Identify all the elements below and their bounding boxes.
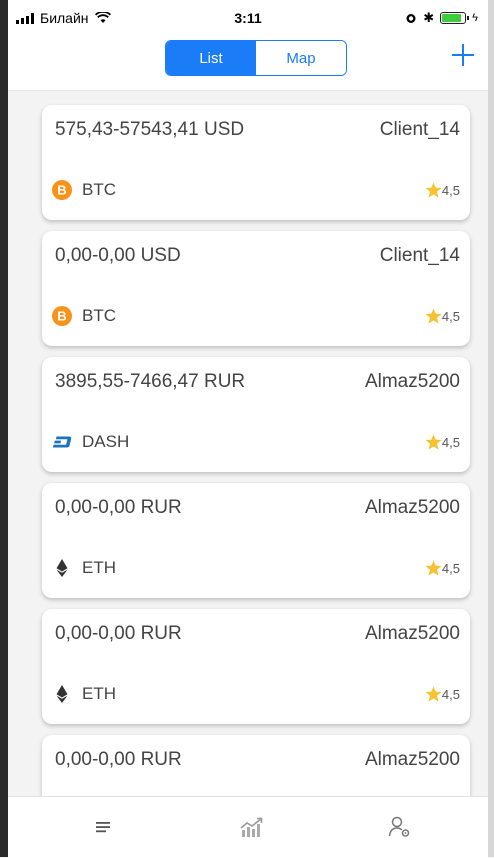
client-name: Almaz5200 xyxy=(364,497,460,518)
amount-range: 0,00-0,00 RUR xyxy=(55,497,182,518)
ethereum-icon xyxy=(56,685,68,703)
rating: 4,5 xyxy=(425,686,460,702)
currency-row: DASH xyxy=(52,432,129,452)
charging-icon: ϟ xyxy=(472,12,478,24)
currency-row: B BTC xyxy=(52,306,116,326)
currency-row: ETH xyxy=(52,684,116,704)
offer-card[interactable]: 0,00-0,00 RUR Almaz5200 ETH 4,5 xyxy=(42,609,470,724)
stats-tab[interactable] xyxy=(232,811,272,843)
user-settings-icon xyxy=(388,816,410,837)
tab-bar xyxy=(8,796,488,858)
svg-text:B: B xyxy=(57,309,66,324)
device-bezel-right xyxy=(488,0,494,857)
list-segment[interactable]: List xyxy=(166,41,256,75)
rating: 4,5 xyxy=(425,560,460,576)
offer-card[interactable]: 575,43-57543,41 USD Client_14 B BTC 4,5 xyxy=(42,105,470,220)
offer-card[interactable]: 0,00-0,00 RUR Almaz5200 ETH 4,5 xyxy=(42,483,470,598)
rating-value: 4,5 xyxy=(441,434,460,450)
currency-row: ETH xyxy=(52,558,116,578)
list-tab[interactable] xyxy=(84,811,124,843)
rating-value: 4,5 xyxy=(441,308,460,324)
status-right: ✱ ϟ xyxy=(405,10,478,26)
currency-code: BTC xyxy=(82,180,116,199)
currency-code: ETH xyxy=(82,558,116,577)
ethereum-icon xyxy=(56,559,68,577)
rating-value: 4,5 xyxy=(441,560,460,576)
client-name: Almaz5200 xyxy=(364,749,460,770)
offer-card[interactable]: 0,00-0,00 RUR Almaz5200 xyxy=(42,735,470,796)
currency-code: DASH xyxy=(82,432,130,451)
currency-code: ETH xyxy=(82,684,116,703)
amount-range: 0,00-0,00 RUR xyxy=(55,623,182,644)
status-bar: Билайн 3:11 ✱ ϟ xyxy=(8,0,488,38)
amount-range: 0,00-0,00 USD xyxy=(55,245,181,266)
amount-range: 3895,55-7466,47 RUR xyxy=(55,371,246,392)
offer-list: 575,43-57543,41 USD Client_14 B BTC 4,5 … xyxy=(8,91,488,796)
battery-icon xyxy=(440,12,470,24)
bluetooth-icon: ✱ xyxy=(423,10,435,25)
star-icon xyxy=(425,308,442,324)
star-icon xyxy=(425,686,442,702)
view-switcher: List Map xyxy=(165,40,347,76)
client-name: Client_14 xyxy=(379,245,460,266)
amount-range: 575,43-57543,41 USD xyxy=(55,119,245,140)
star-icon xyxy=(425,182,442,198)
add-icon[interactable] xyxy=(450,42,476,68)
star-icon xyxy=(425,560,442,576)
bitcoin-icon: B xyxy=(52,180,72,200)
currency-row: B BTC xyxy=(52,180,116,200)
map-segment[interactable]: Map xyxy=(256,41,346,75)
offer-card[interactable]: 3895,55-7466,47 RUR Almaz5200 DASH 4,5 xyxy=(42,357,470,472)
dash-icon xyxy=(52,436,72,448)
client-name: Almaz5200 xyxy=(364,623,460,644)
list-icon xyxy=(96,822,110,833)
nav-bar: List Map xyxy=(8,38,488,91)
device-bezel-left xyxy=(0,0,8,857)
profile-tab[interactable] xyxy=(380,811,420,843)
rating: 4,5 xyxy=(425,434,460,450)
rating: 4,5 xyxy=(425,308,460,324)
amount-range: 0,00-0,00 RUR xyxy=(55,749,182,770)
client-name: Client_14 xyxy=(379,119,460,140)
star-icon xyxy=(425,434,442,450)
offer-card[interactable]: 0,00-0,00 USD Client_14 B BTC 4,5 xyxy=(42,231,470,346)
rating: 4,5 xyxy=(425,182,460,198)
rating-value: 4,5 xyxy=(441,182,460,198)
currency-code: BTC xyxy=(82,306,116,325)
bitcoin-icon: B xyxy=(52,306,72,326)
svg-text:B: B xyxy=(57,183,66,198)
alarm-icon xyxy=(406,14,416,23)
rating-value: 4,5 xyxy=(441,686,460,702)
chart-icon xyxy=(240,817,263,837)
client-name: Almaz5200 xyxy=(364,371,460,392)
